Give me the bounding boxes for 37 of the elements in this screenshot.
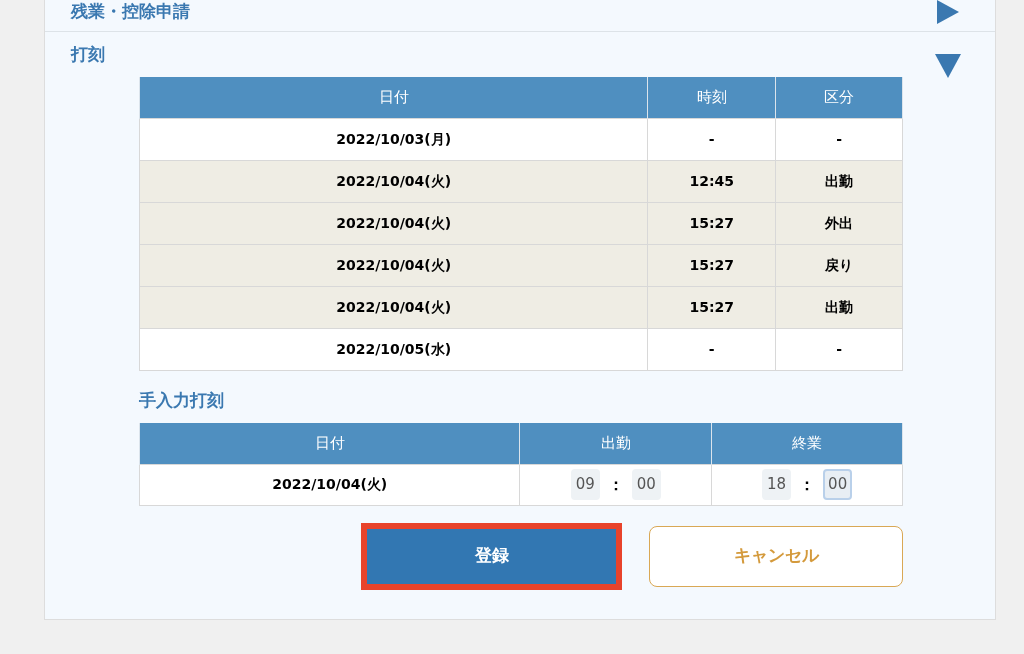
table-cell: 出勤: [775, 286, 903, 328]
table-cell: 2022/10/04(火): [139, 244, 648, 286]
expand-triangle-icon[interactable]: [935, 0, 961, 24]
minute-field[interactable]: 00: [631, 469, 661, 500]
section-title[interactable]: 残業・控除申請: [71, 0, 190, 25]
table-cell: -: [775, 118, 903, 160]
table-cell: -: [647, 118, 776, 160]
subsection-title: 手入力打刻: [139, 388, 224, 412]
time-separator: ：: [799, 473, 816, 496]
column-header: 日付: [139, 77, 648, 118]
table-cell: 12:45: [647, 160, 776, 202]
table-cell: 戻り: [775, 244, 903, 286]
table-cell: 外出: [775, 202, 903, 244]
table-cell: 2022/10/03(月): [139, 118, 648, 160]
column-header: 区分: [775, 77, 903, 118]
time-separator: ：: [607, 473, 624, 496]
table-cell: 15:27: [647, 244, 776, 286]
table-cell: 2022/10/04(火): [139, 202, 648, 244]
table-cell: -: [775, 328, 903, 370]
table-cell: 15:27: [647, 286, 776, 328]
table-cell: 2022/10/04(火): [139, 286, 648, 328]
column-header: 終業: [711, 423, 903, 464]
column-header: 出勤: [519, 423, 712, 464]
column-header: 日付: [139, 423, 520, 464]
register-button[interactable]: 登録: [361, 522, 622, 590]
section-title[interactable]: 打刻: [71, 42, 105, 68]
collapse-triangle-icon[interactable]: [935, 54, 961, 78]
table-cell: 2022/10/04(火): [139, 464, 520, 505]
minute-field[interactable]: 00: [823, 469, 853, 500]
hour-field[interactable]: 18: [762, 469, 792, 500]
table-cell: 2022/10/05(水): [139, 328, 648, 370]
column-header: 時刻: [647, 77, 776, 118]
table-cell: 出勤: [775, 160, 903, 202]
table-cell: -: [647, 328, 776, 370]
table-cell: 15:27: [647, 202, 776, 244]
hour-field[interactable]: 09: [570, 469, 600, 500]
table-cell: 2022/10/04(火): [139, 160, 648, 202]
